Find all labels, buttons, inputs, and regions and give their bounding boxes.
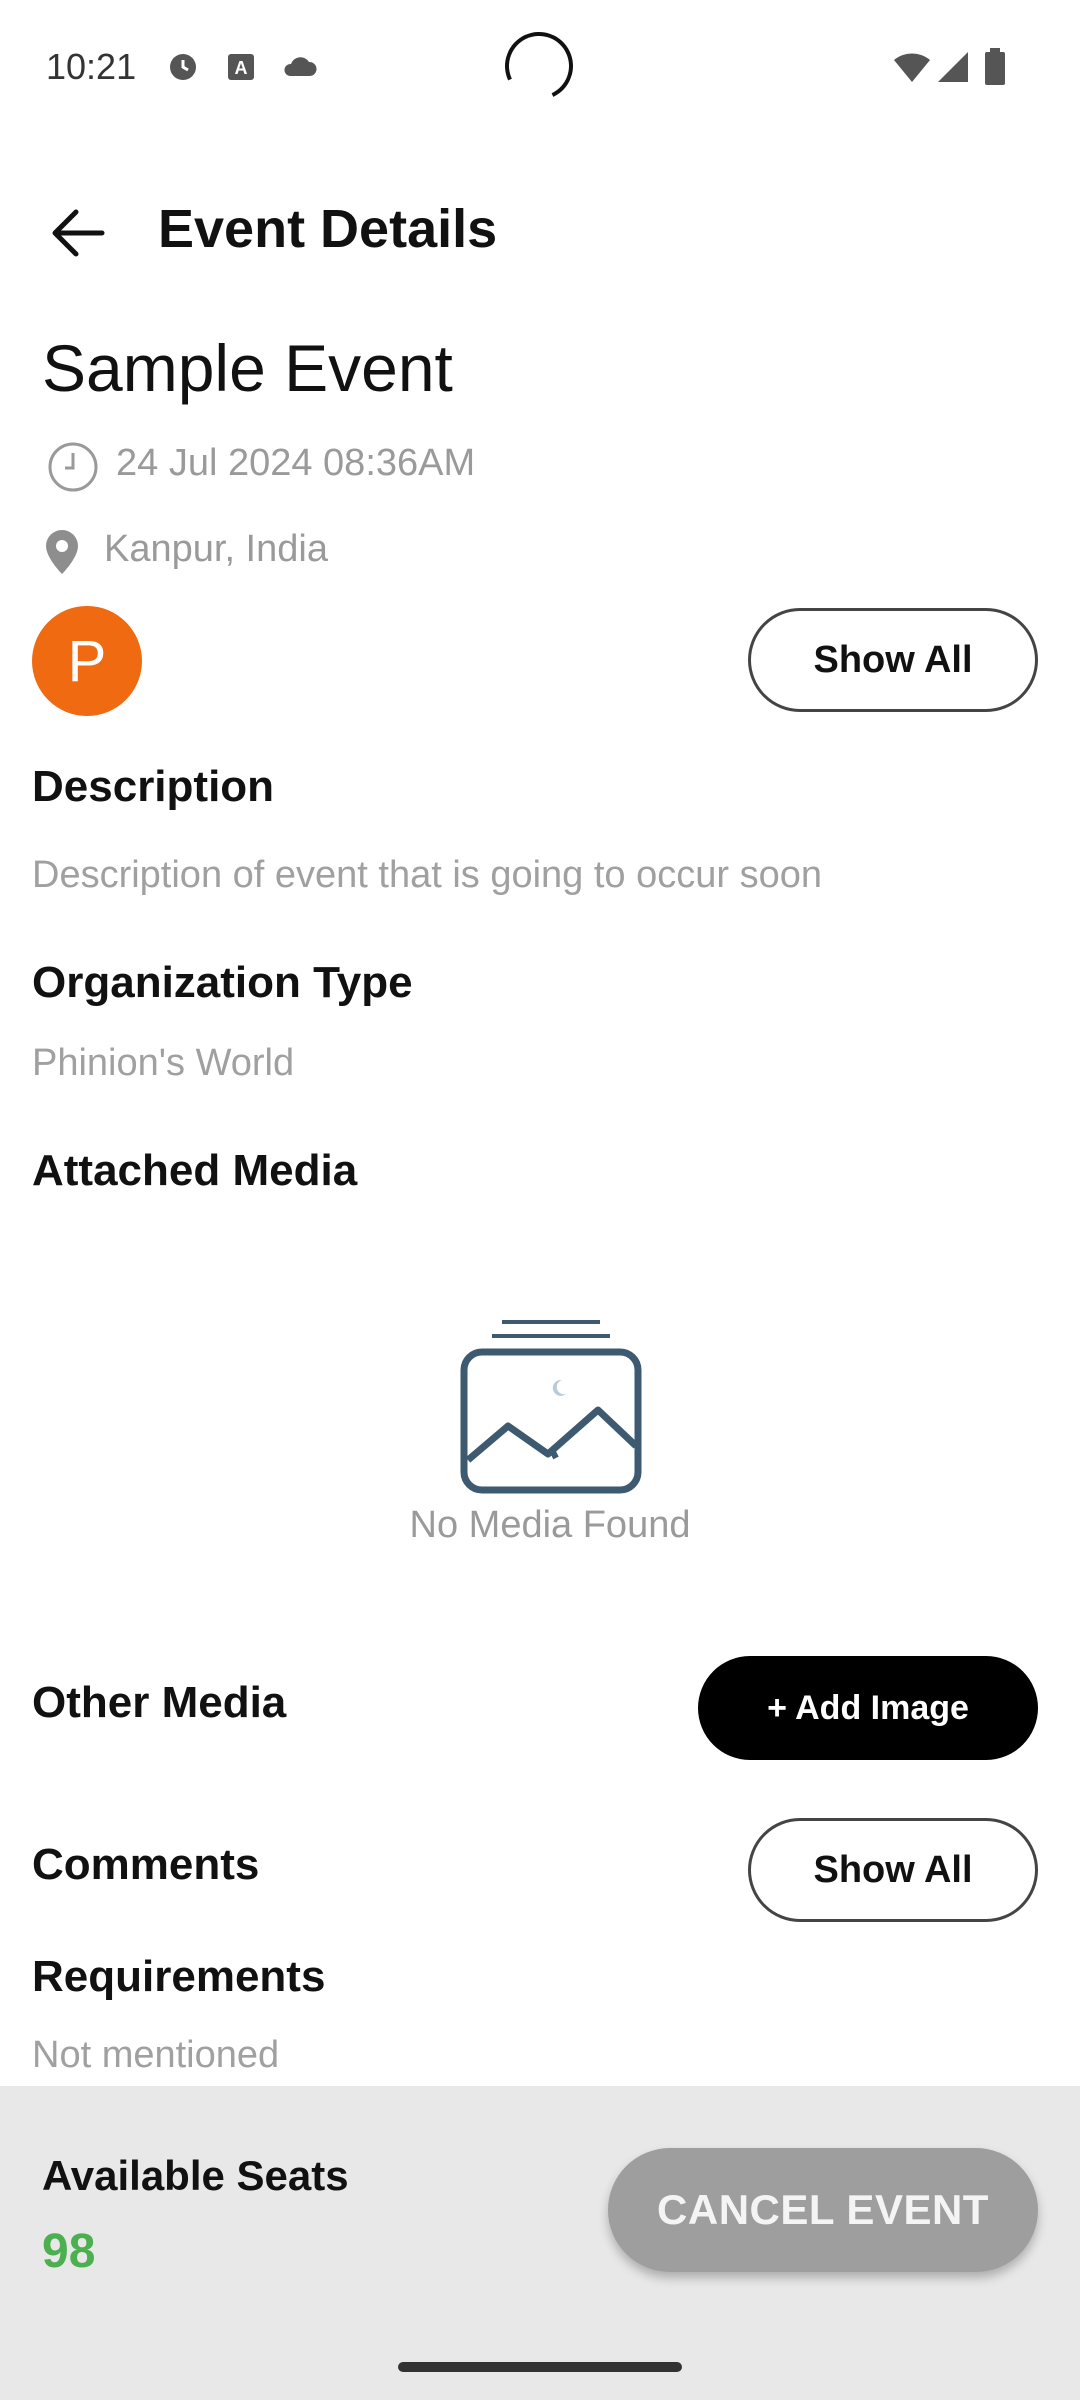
attached-media-heading: Attached Media (32, 1146, 358, 1195)
org-type-value: Phinion's World (32, 1042, 295, 1084)
cloud-icon (284, 57, 317, 76)
clock-icon (48, 442, 98, 492)
available-seats-value: 98 (42, 2225, 96, 2278)
requirements-value: Not mentioned (32, 2034, 280, 2076)
no-media-text: No Media Found (409, 1504, 691, 1546)
battery-icon (985, 48, 1005, 85)
back-arrow-icon[interactable] (46, 200, 112, 266)
app-notification-icon: A (228, 54, 254, 80)
alarm-icon (170, 54, 196, 80)
camera-cutout (495, 22, 583, 110)
image-placeholder-icon (460, 1320, 642, 1494)
event-datetime: 24 Jul 2024 08:36AM (116, 442, 476, 484)
cell-signal-icon (938, 52, 968, 82)
organizer-avatar[interactable]: P (32, 606, 142, 716)
other-media-heading: Other Media (32, 1678, 287, 1727)
page-title: Event Details (158, 199, 498, 259)
show-all-attendees-button[interactable]: Show All (748, 608, 1038, 712)
event-title: Sample Event (42, 331, 453, 405)
cancel-event-button[interactable]: CANCEL EVENT (608, 2148, 1038, 2272)
description-text: Description of event that is going to oc… (32, 854, 823, 896)
status-time: 10:21 (46, 46, 137, 87)
event-location: Kanpur, India (104, 528, 328, 570)
location-pin-icon (46, 530, 78, 574)
svg-text:A: A (235, 58, 248, 78)
comments-heading: Comments (32, 1840, 260, 1889)
requirements-heading: Requirements (32, 1952, 326, 2001)
add-image-button[interactable]: + Add Image (698, 1656, 1038, 1760)
wifi-icon (894, 53, 930, 82)
show-all-comments-button[interactable]: Show All (748, 1818, 1038, 1922)
status-bar: 10:21 A (0, 0, 1080, 140)
home-indicator[interactable] (398, 2362, 682, 2372)
available-seats-label: Available Seats (42, 2152, 349, 2199)
org-type-heading: Organization Type (32, 958, 413, 1007)
description-heading: Description (32, 762, 275, 811)
